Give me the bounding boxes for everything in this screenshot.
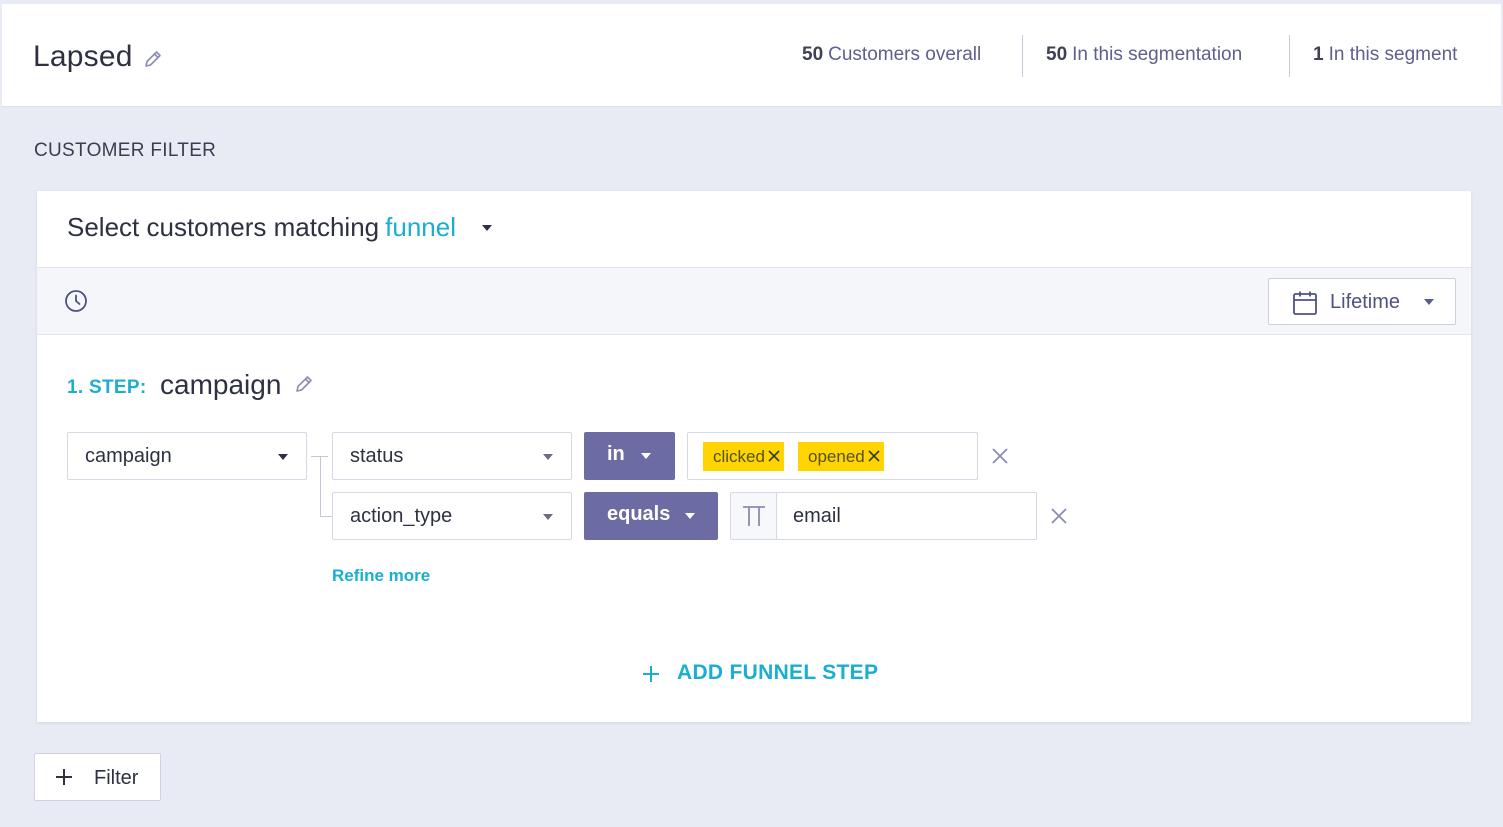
operator-select[interactable]: equals bbox=[584, 492, 718, 540]
tree-connector bbox=[320, 456, 321, 516]
stat-count: 50 bbox=[802, 44, 824, 65]
step-number: 1. STEP: bbox=[67, 377, 147, 398]
operator-select[interactable]: in bbox=[584, 432, 675, 480]
value-chip: clicked bbox=[703, 442, 784, 471]
event-select-value: campaign bbox=[85, 445, 172, 467]
remove-condition-icon[interactable] bbox=[1049, 506, 1069, 526]
refine-more-link[interactable]: Refine more bbox=[332, 566, 430, 586]
value-chip: opened bbox=[798, 442, 884, 471]
event-select[interactable]: campaign bbox=[67, 432, 307, 480]
segment-title: Lapsed bbox=[33, 40, 133, 73]
pencil-icon[interactable] bbox=[142, 48, 164, 70]
chevron-down-icon bbox=[641, 453, 651, 459]
time-range-bar: Lifetime bbox=[37, 268, 1471, 335]
chevron-down-icon bbox=[1424, 299, 1434, 305]
stat-in-segmentation: 50 In this segmentation bbox=[1046, 44, 1242, 66]
stat-count: 50 bbox=[1046, 44, 1068, 65]
panel-header: Select customers matching funnel bbox=[37, 191, 1471, 268]
customer-filter-panel: Select customers matching funnel Lifetime… bbox=[37, 191, 1471, 722]
add-funnel-step-button[interactable]: ADD FUNNEL STEP bbox=[641, 661, 878, 685]
chip-label: clicked bbox=[713, 447, 765, 466]
calendar-icon bbox=[1293, 291, 1317, 315]
chip-label: opened bbox=[808, 447, 865, 466]
chevron-down-icon bbox=[543, 514, 553, 520]
stat-label: In this segmentation bbox=[1072, 44, 1243, 65]
divider bbox=[1289, 35, 1290, 77]
text-type-icon bbox=[743, 506, 765, 526]
stat-in-segment: 1 In this segment bbox=[1313, 44, 1457, 66]
close-icon[interactable] bbox=[867, 449, 881, 463]
property-select-value: status bbox=[350, 445, 404, 467]
property-select[interactable]: action_type bbox=[332, 492, 572, 540]
property-select[interactable]: status bbox=[332, 432, 572, 480]
type-toggle-button[interactable] bbox=[731, 493, 777, 539]
stat-label: In this segment bbox=[1328, 44, 1458, 65]
operator-value: equals bbox=[607, 503, 671, 525]
chevron-down-icon bbox=[543, 454, 553, 460]
divider bbox=[1022, 35, 1023, 77]
stat-count: 1 bbox=[1313, 44, 1324, 65]
tree-connector bbox=[320, 516, 332, 517]
value-input[interactable]: email bbox=[730, 492, 1037, 540]
step-name: campaign bbox=[160, 369, 282, 400]
operator-value: in bbox=[607, 443, 625, 465]
plus-icon bbox=[56, 769, 72, 785]
match-mode-selector[interactable]: Select customers matching funnel bbox=[67, 212, 456, 243]
clock-icon bbox=[65, 290, 87, 312]
segment-header: Lapsed 50 Customers overall 50 In this seg… bbox=[2, 4, 1501, 107]
add-filter-button[interactable]: Filter bbox=[34, 753, 161, 801]
property-select-value: action_type bbox=[350, 505, 453, 527]
match-prefix: Select customers matching bbox=[67, 212, 380, 242]
chevron-down-icon bbox=[278, 454, 288, 460]
add-funnel-step-label: ADD FUNNEL STEP bbox=[677, 661, 879, 684]
time-range-dropdown[interactable]: Lifetime bbox=[1268, 278, 1456, 325]
chevron-down-icon[interactable] bbox=[482, 225, 492, 231]
match-mode-value[interactable]: funnel bbox=[385, 212, 456, 242]
plus-icon bbox=[643, 666, 659, 682]
value-text: email bbox=[793, 505, 841, 527]
stat-customers-overall: 50 Customers overall bbox=[802, 44, 981, 66]
section-title: CUSTOMER FILTER bbox=[34, 140, 217, 161]
values-input[interactable]: clicked opened bbox=[687, 432, 978, 480]
pencil-icon[interactable] bbox=[293, 373, 315, 395]
chevron-down-icon bbox=[685, 513, 695, 519]
remove-condition-icon[interactable] bbox=[990, 446, 1010, 466]
time-range-label: Lifetime bbox=[1330, 291, 1401, 313]
add-filter-label: Filter bbox=[94, 767, 139, 789]
close-icon[interactable] bbox=[767, 449, 781, 463]
stat-label: Customers overall bbox=[828, 44, 982, 65]
